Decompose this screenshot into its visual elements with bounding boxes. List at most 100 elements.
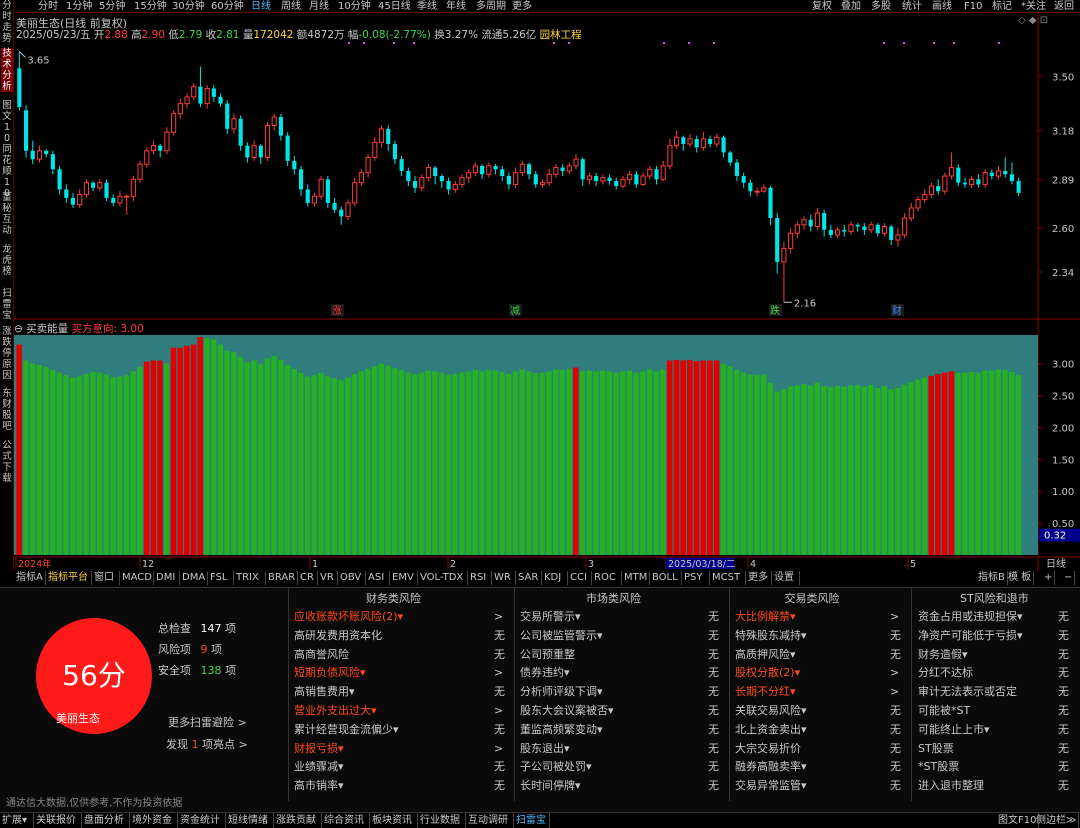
risk-item-status[interactable]: > <box>890 664 899 682</box>
period-5[interactable]: 60分钟 <box>211 0 244 13</box>
risk-item-name[interactable]: 可能终止上市▾ <box>918 721 990 739</box>
risk-item-name[interactable]: 北上资金卖出▾ <box>735 721 807 739</box>
indicator-tab-3[interactable]: MACD <box>120 571 154 585</box>
indicator-tab-18[interactable]: KDJ <box>542 571 568 585</box>
risk-item-status[interactable]: 无 <box>890 758 901 776</box>
indicator-tab-22[interactable]: BOLL <box>650 571 682 585</box>
risk-item-status[interactable]: 无 <box>494 646 505 664</box>
risk-item-name[interactable]: 可能被*ST <box>918 702 970 720</box>
risk-item-status[interactable]: > <box>494 702 503 720</box>
risk-item-status[interactable]: > <box>494 664 503 682</box>
indicator-tab-17[interactable]: SAR <box>516 571 542 585</box>
sidebar-tab-3[interactable]: 同花顺10 <box>1 144 13 199</box>
period-0[interactable]: 分时 <box>38 0 58 13</box>
risk-item-status[interactable]: 无 <box>708 777 719 795</box>
indicator-tab-24[interactable]: MCST <box>710 571 746 585</box>
toolbar-8[interactable]: 返回 <box>1054 0 1074 13</box>
sidebar-toggle[interactable]: 侧边栏≫ <box>1034 813 1080 828</box>
risk-item-status[interactable]: 无 <box>890 740 901 758</box>
risk-item-name[interactable]: 交易异常监管▾ <box>735 777 807 795</box>
indicator-tab-13[interactable]: EMV <box>390 571 418 585</box>
risk-item-name[interactable]: 融券高融卖率▾ <box>735 758 807 776</box>
risk-item-name[interactable]: 应收账款坏账风险(2)▾ <box>294 608 403 626</box>
risk-item-status[interactable]: > <box>890 683 899 701</box>
risk-item-name[interactable]: 交易所警示▾ <box>520 608 581 626</box>
toolbar-2[interactable]: 多股 <box>871 0 891 13</box>
indicator-tab-1[interactable]: 指标平台 <box>46 571 92 585</box>
risk-item-status[interactable]: 无 <box>1058 777 1069 795</box>
risk-item-status[interactable]: 无 <box>708 740 719 758</box>
indicator-tab-right-2[interactable]: + <box>1042 571 1056 585</box>
risk-item-status[interactable]: 无 <box>1058 646 1069 664</box>
status-tab-9[interactable]: 行业数据 <box>418 813 466 828</box>
event-marker[interactable]: 涨 <box>332 305 342 317</box>
risk-item-status[interactable]: 无 <box>708 721 719 739</box>
status-tab-3[interactable]: 境外资金 <box>130 813 178 828</box>
risk-item-name[interactable]: 股权分散(2)▾ <box>735 664 800 682</box>
risk-item-status[interactable]: 无 <box>1058 758 1069 776</box>
period-3[interactable]: 15分钟 <box>134 0 167 13</box>
risk-item-name[interactable]: 公司预重整 <box>520 646 575 664</box>
risk-item-status[interactable]: 无 <box>1058 740 1069 758</box>
risk-item-name[interactable]: 分红不达标 <box>918 664 973 682</box>
indicator-tab-6[interactable]: FSL <box>208 571 234 585</box>
risk-item-status[interactable]: > <box>494 740 503 758</box>
period-4[interactable]: 30分钟 <box>172 0 205 13</box>
period-1[interactable]: 1分钟 <box>66 0 92 13</box>
chart-window-controls[interactable]: ◇ ◆ ⊡ <box>1018 15 1048 26</box>
period-10[interactable]: 45日线 <box>378 0 411 13</box>
risk-item-name[interactable]: 分析师评级下调▾ <box>520 683 603 701</box>
toolbar-3[interactable]: 统计 <box>902 0 922 13</box>
indicator-tab-16[interactable]: WR <box>492 571 516 585</box>
toolbar-6[interactable]: 标记 <box>992 0 1012 13</box>
status-tab-5[interactable]: 短线情绪 <box>226 813 274 828</box>
period-11[interactable]: 季线 <box>417 0 437 13</box>
risk-item-name[interactable]: 高研发费用资本化 <box>294 627 382 645</box>
risk-item-name[interactable]: 股东大会议案被否▾ <box>520 702 614 720</box>
highlight-link[interactable]: 发现 1 项亮点 > <box>166 736 248 752</box>
risk-item-name[interactable]: ST股票 <box>918 740 954 758</box>
toolbar-4[interactable]: 画线 <box>932 0 952 13</box>
risk-item-name[interactable]: 长期不分红▾ <box>735 683 796 701</box>
status-tab-4[interactable]: 资金统计 <box>178 813 226 828</box>
indicator-tab-25[interactable]: 更多 <box>746 571 772 585</box>
indicator-tab-right-1[interactable]: 模 板 <box>1006 571 1035 585</box>
risk-item-status[interactable]: 无 <box>1058 721 1069 739</box>
risk-item-status[interactable]: 无 <box>1058 608 1069 626</box>
status-tab-7[interactable]: 综合资讯 <box>322 813 370 828</box>
risk-item-status[interactable]: 无 <box>1058 664 1069 682</box>
status-tab-0[interactable]: 扩展▾ <box>0 813 34 828</box>
status-tab-f10[interactable]: 图文F10 <box>996 813 1040 828</box>
more-risk-link[interactable]: 更多扫雷避险 > <box>168 714 247 730</box>
status-tab-10[interactable]: 互动调研 <box>466 813 514 828</box>
risk-item-status[interactable]: 无 <box>494 627 505 645</box>
status-tab-2[interactable]: 盘面分析 <box>82 813 130 828</box>
risk-item-status[interactable]: 无 <box>890 627 901 645</box>
indicator-tab-0[interactable]: 指标A <box>14 571 46 585</box>
status-tab-1[interactable]: 关联报价 <box>34 813 82 828</box>
indicator-tab-4[interactable]: DMI <box>154 571 180 585</box>
risk-item-name[interactable]: 特殊股东减持▾ <box>735 627 807 645</box>
risk-item-status[interactable]: > <box>890 608 899 626</box>
risk-item-name[interactable]: 营业外支出过大▾ <box>294 702 377 720</box>
risk-item-status[interactable]: 无 <box>494 758 505 776</box>
risk-item-name[interactable]: 公司被监管警示▾ <box>520 627 603 645</box>
risk-item-status[interactable]: 无 <box>708 758 719 776</box>
indicator-tab-20[interactable]: ROC <box>592 571 622 585</box>
risk-item-name[interactable]: 资金占用或违规担保▾ <box>918 608 1023 626</box>
sidebar-tab-0[interactable]: 分时走势 <box>1 0 13 44</box>
sidebar-tab-7[interactable]: 涨跌停原因 <box>1 326 13 381</box>
risk-item-name[interactable]: 高质押风险▾ <box>735 646 796 664</box>
risk-item-status[interactable]: 无 <box>708 627 719 645</box>
indicator-tab-right-0[interactable]: 指标B <box>976 571 1008 585</box>
sidebar-tab-9[interactable]: 公式下载 <box>1 440 13 484</box>
period-8[interactable]: 月线 <box>309 0 329 13</box>
risk-item-status[interactable]: 无 <box>890 646 901 664</box>
indicator-tab-10[interactable]: VR <box>318 571 338 585</box>
sidebar-tab-4[interactable]: 董秘互动 <box>1 192 13 236</box>
risk-item-status[interactable]: 无 <box>708 683 719 701</box>
toolbar-7[interactable]: *关注 <box>1021 0 1046 13</box>
indicator-tab-21[interactable]: MTM <box>622 571 650 585</box>
chart-canvas[interactable]: 3.50 3.18 2.89 2.60 2.34 3.65 2.16 涨 减 跌 财 3.00 2.50… <box>14 13 1080 571</box>
risk-item-name[interactable]: 大比例解禁▾ <box>735 608 796 626</box>
